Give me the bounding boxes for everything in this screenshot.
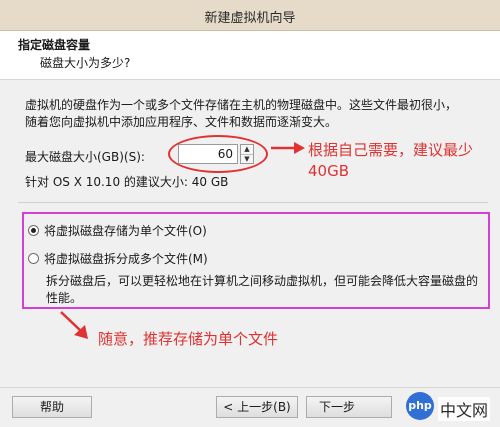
section-divider bbox=[18, 202, 488, 203]
watermark-text: 中文网 bbox=[438, 397, 491, 421]
page-title: 指定磁盘容量 bbox=[18, 38, 91, 52]
single-file-radio[interactable] bbox=[28, 225, 39, 236]
split-description: 拆分磁盘后，可以更轻松地在计算机之间移动虚拟机，但可能会降低大容量磁盘的性能。 bbox=[46, 274, 479, 305]
page-subtitle: 磁盘大小为多少? bbox=[40, 56, 131, 70]
watermark: php 中文网 bbox=[388, 388, 500, 427]
single-file-label: 将虚拟磁盘存储为单个文件(O) bbox=[44, 224, 207, 238]
red-arrow-down-right-icon bbox=[60, 311, 88, 339]
next-button[interactable]: 下一步 bbox=[306, 396, 392, 418]
recommended-size: 针对 OS X 10.10 的建议大小: 40 GB bbox=[25, 175, 229, 189]
help-button[interactable]: 帮助 bbox=[12, 396, 92, 418]
split-files-label: 将虚拟磁盘拆分成多个文件(M) bbox=[44, 252, 208, 266]
storage-annotation: 随意，推荐存储为单个文件 bbox=[98, 330, 279, 348]
window-title: 新建虚拟机向导 bbox=[204, 11, 296, 26]
split-files-radio[interactable] bbox=[28, 253, 39, 264]
disk-description: 虚拟机的硬盘作为一个或多个文件存储在主机的物理磁盘中。这些文件最初很小，随着您向… bbox=[25, 98, 458, 129]
single-file-option[interactable]: 将虚拟磁盘存储为单个文件(O) bbox=[28, 222, 207, 239]
title-bar: 新建虚拟机向导 bbox=[0, 0, 500, 31]
size-annotation: 根据自己需要，建议最少40GB bbox=[308, 141, 474, 180]
split-files-option[interactable]: 将虚拟磁盘拆分成多个文件(M) bbox=[28, 250, 208, 267]
max-disk-size-label: 最大磁盘大小(GB)(S): bbox=[25, 150, 145, 164]
highlight-ellipse bbox=[168, 135, 268, 173]
wizard-header: 指定磁盘容量 磁盘大小为多少? bbox=[0, 31, 500, 80]
php-logo-icon: php bbox=[406, 392, 434, 420]
red-arrow-right-icon bbox=[271, 142, 305, 154]
back-button[interactable]: < 上一步(B) bbox=[216, 396, 298, 418]
